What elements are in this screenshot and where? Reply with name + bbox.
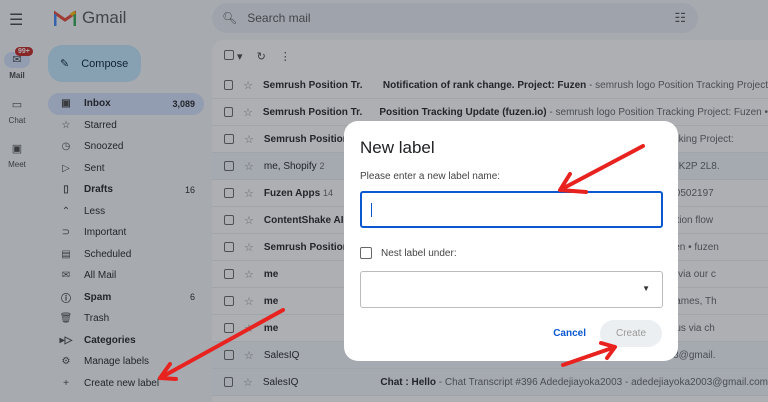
cancel-button[interactable]: Cancel bbox=[553, 328, 586, 339]
label-name-prompt: Please enter a new label name: bbox=[360, 171, 501, 182]
create-button[interactable]: Create bbox=[600, 320, 662, 347]
nest-label-checkbox[interactable] bbox=[360, 247, 372, 259]
dialog-title: New label bbox=[360, 138, 435, 157]
nest-label-text: Nest label under: bbox=[381, 247, 457, 259]
new-label-dialog: New label Please enter a new label name:… bbox=[344, 121, 678, 361]
parent-label-select[interactable]: ▼ bbox=[360, 271, 663, 308]
dropdown-arrow-icon: ▼ bbox=[642, 284, 650, 293]
label-name-input[interactable] bbox=[360, 191, 663, 228]
